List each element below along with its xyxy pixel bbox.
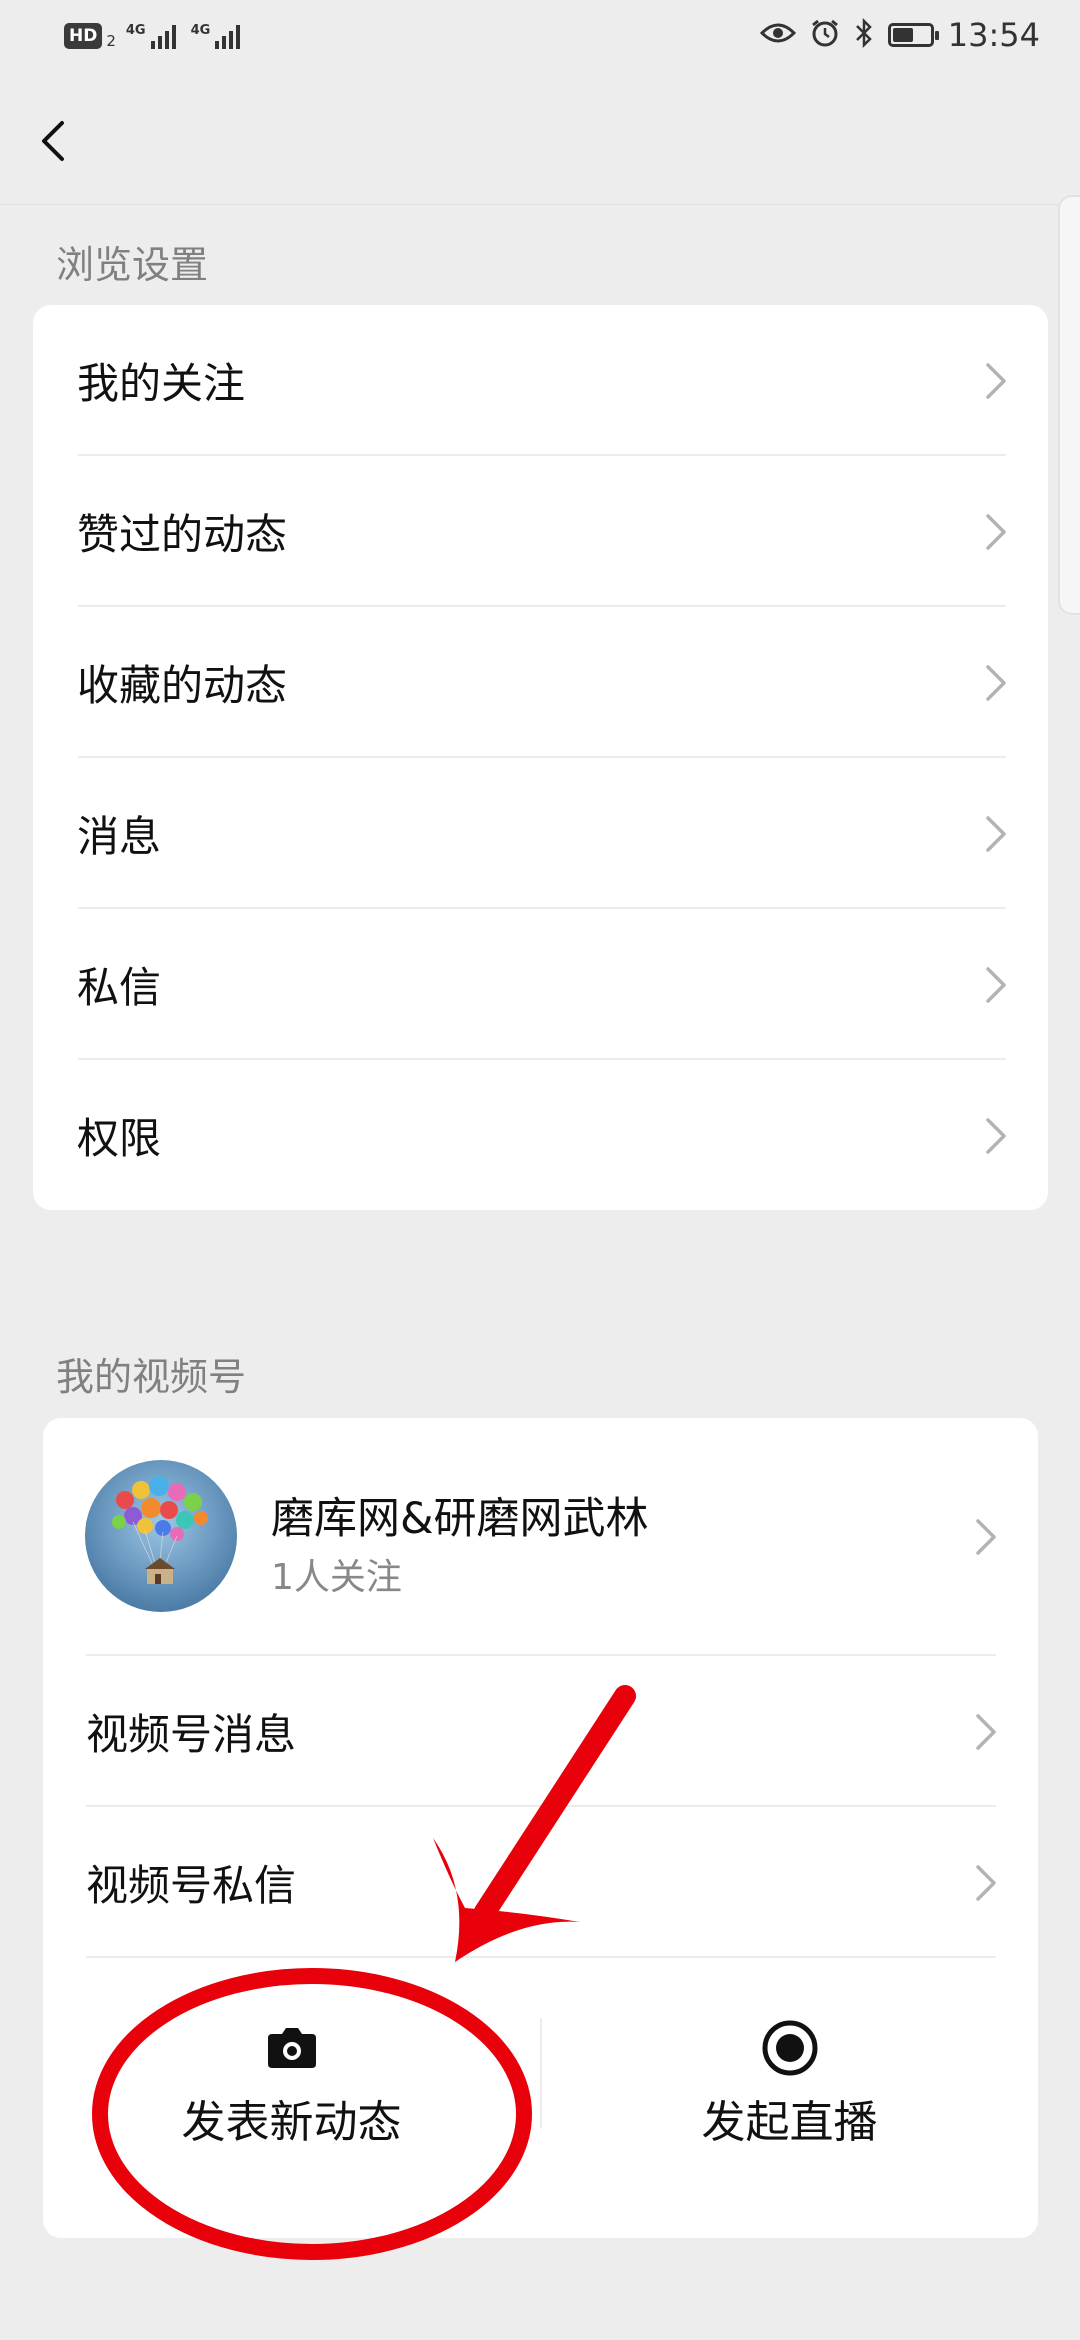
row-liked-posts[interactable]: 赞过的动态	[33, 456, 1048, 607]
network-type-1: 4G	[125, 23, 146, 38]
row-channel-messages[interactable]: 视频号消息	[43, 1656, 1038, 1807]
browse-settings-card: 我的关注 赞过的动态 收藏的动态 消息 私信 权限	[33, 305, 1048, 1210]
channel-profile-row[interactable]: 磨库网&研磨网武林 1人关注	[43, 1418, 1038, 1656]
eye-icon	[759, 20, 796, 50]
chevron-right-icon	[976, 1519, 996, 1555]
header-divider	[0, 204, 1080, 205]
start-live-label: 发起直播	[701, 2097, 878, 2148]
chevron-right-icon	[986, 362, 1006, 399]
bluetooth-icon	[854, 17, 874, 52]
channel-name: 磨库网&研磨网武林	[271, 1494, 649, 1544]
status-left: HD 2 4G 4G	[64, 22, 245, 50]
post-new-update-button[interactable]: 发表新动态	[43, 1958, 540, 2198]
status-right: 13:54	[759, 16, 1040, 54]
record-icon	[762, 2020, 817, 2076]
chevron-right-icon	[986, 513, 1006, 550]
row-label: 收藏的动态	[77, 661, 288, 710]
chevron-right-icon	[986, 664, 1006, 701]
hd-sim-index: 2	[106, 32, 116, 50]
channel-action-bar: 发表新动态 发起直播	[43, 1958, 1038, 2238]
battery-level	[892, 28, 913, 42]
start-live-button[interactable]: 发起直播	[541, 1958, 1038, 2198]
row-permissions[interactable]: 权限	[33, 1060, 1048, 1211]
row-private-messages[interactable]: 私信	[33, 909, 1048, 1060]
browse-section-title: 浏览设置	[56, 243, 209, 287]
balloon-house-avatar-image	[85, 1460, 237, 1612]
signal-icon-2: 4G	[191, 23, 246, 49]
camera-icon	[267, 2028, 316, 2068]
status-bar: HD 2 4G 4G 13:54	[0, 0, 1080, 76]
signal-icon-1: 4G	[126, 23, 181, 49]
battery-icon	[887, 23, 939, 47]
my-channel-card: 磨库网&研磨网武林 1人关注 视频号消息 视频号私信 发表新动态 发起直播	[43, 1418, 1038, 2238]
channel-section-title: 我的视频号	[56, 1355, 247, 1399]
hd-badge: HD	[64, 23, 103, 49]
chevron-right-icon	[976, 1864, 996, 1901]
status-time: 13:54	[947, 16, 1040, 54]
row-channel-private-messages[interactable]: 视频号私信	[43, 1807, 1038, 1958]
scrollbar[interactable]	[1058, 195, 1080, 615]
chevron-left-icon	[42, 121, 64, 161]
chevron-right-icon	[986, 966, 1006, 1003]
row-label: 私信	[77, 963, 162, 1012]
network-type-2: 4G	[190, 23, 211, 38]
row-label: 权限	[77, 1114, 162, 1163]
alarm-icon	[810, 18, 840, 52]
chevron-right-icon	[986, 815, 1006, 852]
row-my-follows[interactable]: 我的关注	[33, 305, 1048, 456]
chevron-right-icon	[976, 1713, 996, 1750]
avatar	[85, 1460, 237, 1612]
row-label: 视频号消息	[86, 1710, 297, 1759]
row-label: 消息	[77, 812, 162, 861]
row-saved-posts[interactable]: 收藏的动态	[33, 607, 1048, 758]
chevron-right-icon	[986, 1117, 1006, 1154]
row-label: 赞过的动态	[77, 510, 288, 559]
row-label: 视频号私信	[86, 1861, 297, 1910]
row-messages[interactable]: 消息	[33, 758, 1048, 909]
post-new-update-label: 发表新动态	[181, 2097, 402, 2148]
row-label: 我的关注	[77, 359, 246, 408]
back-button[interactable]	[30, 105, 80, 175]
channel-follower-count: 1人关注	[271, 1557, 402, 1598]
